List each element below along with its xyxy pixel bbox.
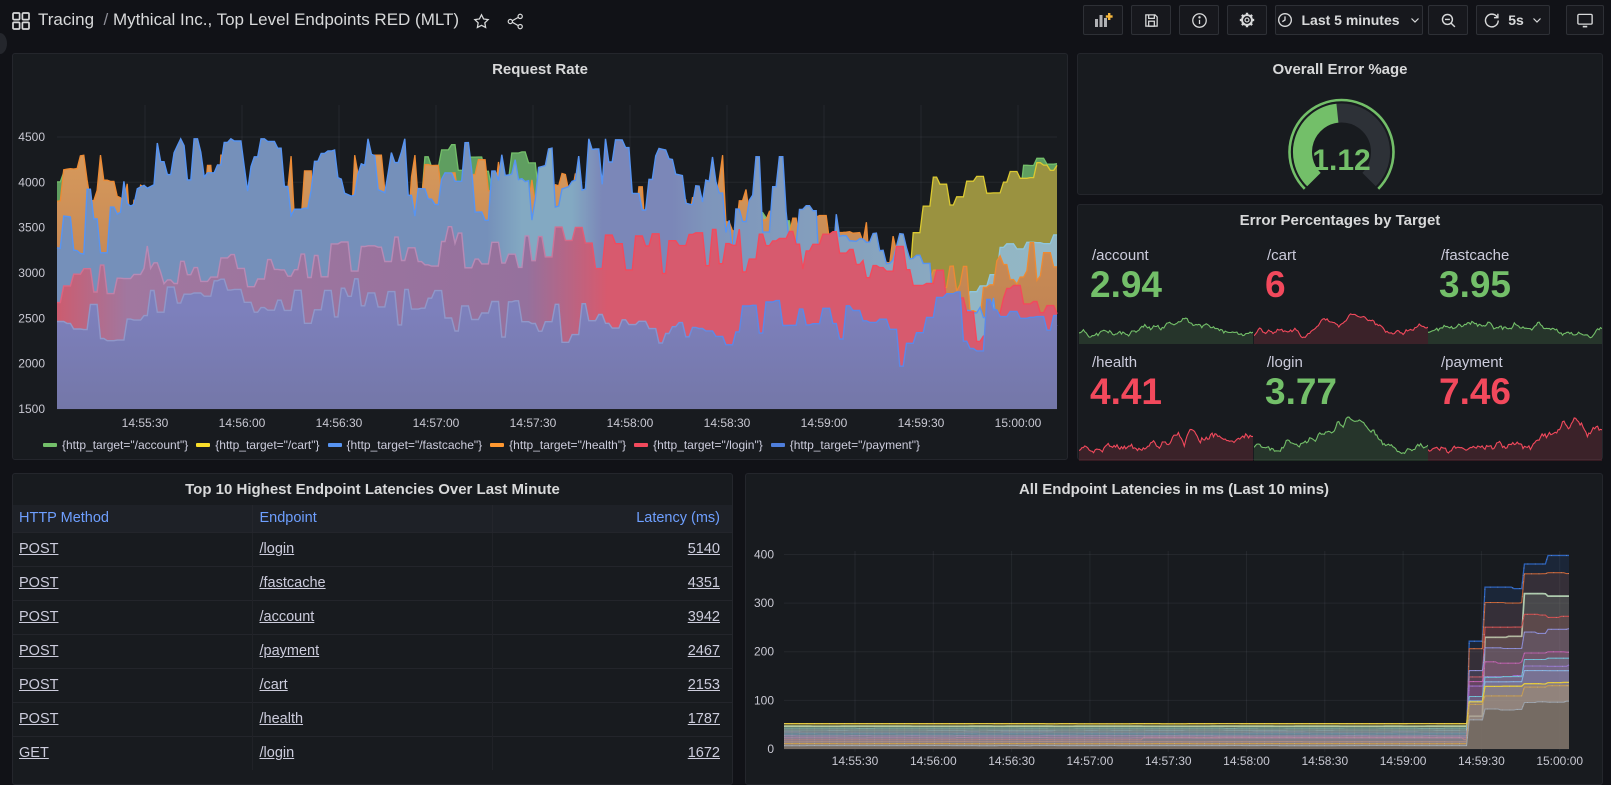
svg-text:3500: 3500 [18,221,45,235]
svg-text:2500: 2500 [18,311,45,325]
svg-text:14:57:00: 14:57:00 [413,416,460,430]
svg-text:14:56:30: 14:56:30 [316,416,363,430]
svg-text:14:58:30: 14:58:30 [704,416,751,430]
svg-text:14:58:00: 14:58:00 [607,416,654,430]
svg-text:100: 100 [754,693,774,707]
svg-text:14:59:00: 14:59:00 [1380,754,1427,768]
svg-text:0: 0 [767,742,774,756]
svg-text:300: 300 [754,596,774,610]
svg-text:400: 400 [754,548,774,562]
svg-text:15:00:00: 15:00:00 [995,416,1042,430]
svg-text:14:59:30: 14:59:30 [898,416,945,430]
svg-text:14:57:00: 14:57:00 [1067,754,1114,768]
svg-text:15:00:00: 15:00:00 [1536,754,1583,768]
svg-text:14:56:30: 14:56:30 [988,754,1035,768]
svg-text:14:59:00: 14:59:00 [801,416,848,430]
svg-text:14:55:30: 14:55:30 [832,754,879,768]
svg-text:14:57:30: 14:57:30 [1145,754,1192,768]
svg-text:14:59:30: 14:59:30 [1458,754,1505,768]
svg-text:4000: 4000 [18,175,45,189]
svg-text:14:57:30: 14:57:30 [510,416,557,430]
svg-text:14:58:30: 14:58:30 [1301,754,1348,768]
svg-text:14:58:00: 14:58:00 [1223,754,1270,768]
svg-text:14:55:30: 14:55:30 [122,416,169,430]
svg-text:14:56:00: 14:56:00 [219,416,266,430]
svg-text:200: 200 [754,645,774,659]
svg-text:1500: 1500 [18,402,45,416]
svg-text:1.12: 1.12 [1312,144,1370,177]
svg-text:3000: 3000 [18,266,45,280]
svg-text:4500: 4500 [18,130,45,144]
svg-text:14:56:00: 14:56:00 [910,754,957,768]
svg-text:2000: 2000 [18,357,45,371]
